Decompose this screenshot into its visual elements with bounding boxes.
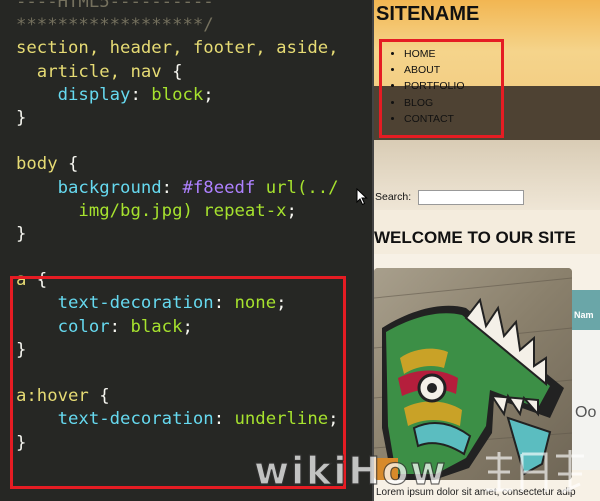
- code-line[interactable]: background: #f8eedf url(../: [16, 177, 339, 200]
- side-panel-label: Nam: [574, 310, 594, 320]
- code-token: block: [151, 84, 204, 105]
- code-token: #f8eedf: [182, 177, 256, 198]
- code-token: display: [16, 84, 131, 105]
- wikihow-watermark: wikiHow: [253, 448, 584, 494]
- code-line[interactable]: }: [16, 107, 339, 130]
- code-token: ----HTML5----------: [16, 0, 214, 12]
- search-label: Search:: [375, 191, 412, 203]
- code-line[interactable]: img/bg.jpg) repeat-x;: [16, 200, 339, 223]
- cursor-icon: [356, 188, 368, 206]
- code-token: :: [161, 177, 183, 198]
- code-token: url(../: [255, 177, 339, 198]
- side-panel-text: Oo: [575, 404, 597, 421]
- code-line[interactable]: section, header, footer, aside,: [16, 37, 339, 60]
- code-token: article, nav: [16, 61, 162, 82]
- search-input[interactable]: [418, 190, 524, 205]
- code-token: }: [16, 223, 27, 244]
- watermark-text: wikiHow: [254, 449, 447, 493]
- side-panel-header: Nam: [572, 290, 600, 330]
- screenshot: ----HTML5---------- ******************/se…: [0, 0, 600, 501]
- site-title[interactable]: SITENAME: [376, 3, 479, 26]
- code-token: :: [130, 84, 152, 105]
- code-token: {: [161, 61, 183, 82]
- code-line[interactable]: }: [16, 223, 339, 246]
- code-line[interactable]: display: block;: [16, 84, 339, 107]
- code-line[interactable]: article, nav {: [16, 61, 339, 84]
- nav-highlight-box: [379, 39, 504, 138]
- code-line[interactable]: ******************/: [16, 14, 339, 37]
- code-editor-pane[interactable]: ----HTML5---------- ******************/se…: [0, 0, 374, 501]
- code-token: ******************/: [16, 15, 214, 36]
- code-token: ;: [203, 84, 214, 105]
- code-line[interactable]: body {: [16, 153, 339, 176]
- code-line[interactable]: [16, 246, 339, 269]
- code-token: ;: [286, 200, 297, 221]
- code-line[interactable]: ----HTML5----------: [16, 0, 339, 14]
- code-token: body: [16, 154, 58, 175]
- welcome-heading: WELCOME TO OUR SITE: [374, 228, 576, 247]
- code-token: {: [57, 154, 79, 175]
- code-token: background: [16, 177, 162, 198]
- code-token: }: [16, 107, 27, 128]
- code-line[interactable]: [16, 130, 339, 153]
- side-panel: Nam Oo: [572, 290, 600, 470]
- search-row: Search:: [374, 190, 600, 206]
- code-token: section, header, footer, aside,: [16, 38, 339, 59]
- code-token: img/bg.jpg) repeat-x: [16, 200, 287, 221]
